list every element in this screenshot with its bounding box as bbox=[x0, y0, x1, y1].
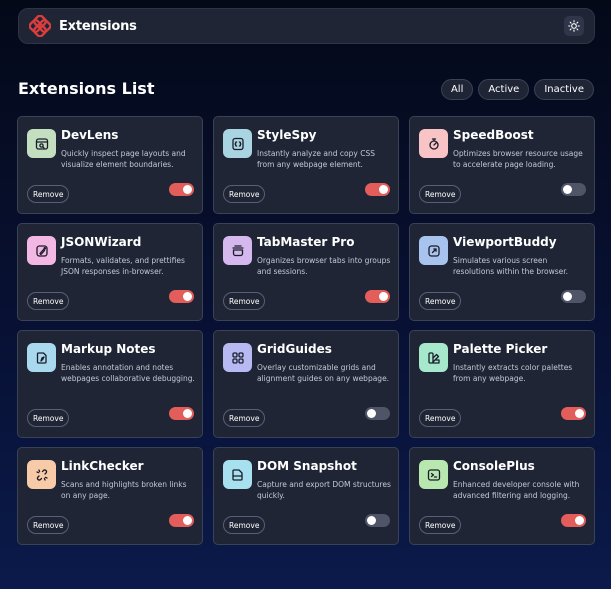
extension-description: Instantly extracts color palettes from a… bbox=[453, 363, 573, 383]
remove-button[interactable]: Remove bbox=[223, 409, 266, 427]
dom-snapshot-icon bbox=[223, 460, 252, 489]
extension-description: Scans and highlights broken links on any… bbox=[61, 480, 187, 500]
extension-description: Formats, validates, and prettifies JSON … bbox=[61, 256, 185, 276]
active-toggle[interactable] bbox=[169, 407, 194, 420]
extension-card: DOM Snapshot Capture and export DOM struc… bbox=[213, 447, 399, 545]
devlens-icon bbox=[27, 129, 56, 158]
page-title: Extensions List bbox=[18, 79, 155, 98]
active-toggle[interactable] bbox=[169, 514, 194, 527]
extension-description: Quickly inspect page layouts and visuali… bbox=[61, 149, 186, 169]
remove-button[interactable]: Remove bbox=[419, 185, 462, 203]
jsonwizard-icon bbox=[27, 236, 56, 265]
extension-description: Capture and export DOM structures quickl… bbox=[257, 480, 391, 500]
extension-name: GridGuides bbox=[257, 342, 332, 356]
remove-button[interactable]: Remove bbox=[27, 185, 70, 203]
active-toggle[interactable] bbox=[561, 290, 586, 303]
toggle-knob bbox=[563, 292, 572, 301]
extension-name: TabMaster Pro bbox=[257, 235, 355, 249]
active-toggle[interactable] bbox=[365, 290, 390, 303]
active-toggle[interactable] bbox=[365, 514, 390, 527]
extension-name: Markup Notes bbox=[61, 342, 156, 356]
palette-picker-icon bbox=[419, 343, 448, 372]
extension-card: ViewportBuddy Simulates various screen re… bbox=[409, 223, 595, 321]
remove-button[interactable]: Remove bbox=[419, 516, 462, 534]
linkchecker-icon bbox=[27, 460, 56, 489]
toggle-knob bbox=[575, 409, 584, 418]
extension-card: Palette Picker Instantly extracts color p… bbox=[409, 330, 595, 438]
filter-active-button[interactable]: Active bbox=[478, 79, 530, 100]
viewportbuddy-icon bbox=[419, 236, 448, 265]
theme-toggle-button[interactable] bbox=[564, 16, 584, 36]
consoleplus-icon bbox=[419, 460, 448, 489]
remove-button[interactable]: Remove bbox=[27, 516, 70, 534]
stylespy-icon bbox=[223, 129, 252, 158]
remove-button[interactable]: Remove bbox=[27, 409, 70, 427]
active-toggle[interactable] bbox=[169, 183, 194, 196]
extensions-grid: DevLens Quickly inspect page layouts and … bbox=[17, 116, 595, 545]
extension-card: SpeedBoost Optimizes browser resource usa… bbox=[409, 116, 595, 214]
extension-description: Overlay customizable grids and alignment… bbox=[257, 363, 390, 383]
app-title: Extensions bbox=[59, 18, 137, 34]
gridguides-icon bbox=[223, 343, 252, 372]
extension-name: DOM Snapshot bbox=[257, 459, 357, 473]
extensions-logo-icon bbox=[29, 15, 51, 37]
remove-button[interactable]: Remove bbox=[223, 185, 266, 203]
extension-name: JSONWizard bbox=[61, 235, 142, 249]
active-toggle[interactable] bbox=[561, 514, 586, 527]
remove-button[interactable]: Remove bbox=[223, 516, 266, 534]
remove-button[interactable]: Remove bbox=[419, 292, 462, 310]
extension-name: DevLens bbox=[61, 128, 119, 142]
extension-card: ConsolePlus Enhanced developer console wi… bbox=[409, 447, 595, 545]
active-toggle[interactable] bbox=[561, 183, 586, 196]
active-toggle[interactable] bbox=[365, 407, 390, 420]
toggle-knob bbox=[367, 409, 376, 418]
extension-card: JSONWizard Formats, validates, and pretti… bbox=[17, 223, 203, 321]
tabmaster-icon bbox=[223, 236, 252, 265]
remove-button[interactable]: Remove bbox=[27, 292, 70, 310]
toggle-knob bbox=[183, 185, 192, 194]
active-toggle[interactable] bbox=[365, 183, 390, 196]
extension-name: LinkChecker bbox=[61, 459, 144, 473]
remove-button[interactable]: Remove bbox=[223, 292, 266, 310]
active-toggle[interactable] bbox=[169, 290, 194, 303]
extension-card: StyleSpy Instantly analyze and copy CSS f… bbox=[213, 116, 399, 214]
toggle-knob bbox=[367, 516, 376, 525]
filter-inactive-button[interactable]: Inactive bbox=[534, 79, 594, 100]
extension-card: LinkChecker Scans and highlights broken l… bbox=[17, 447, 203, 545]
extension-description: Simulates various screen resolutions wit… bbox=[453, 256, 569, 276]
top-bar: Extensions bbox=[18, 8, 595, 44]
toggle-knob bbox=[575, 516, 584, 525]
extension-description: Organizes browser tabs into groups and s… bbox=[257, 256, 391, 276]
active-toggle[interactable] bbox=[561, 407, 586, 420]
markup-notes-icon bbox=[27, 343, 56, 372]
extension-description: Enhanced developer console with advanced… bbox=[453, 480, 580, 500]
extension-name: Palette Picker bbox=[453, 342, 548, 356]
extension-name: StyleSpy bbox=[257, 128, 317, 142]
extension-card: TabMaster Pro Organizes browser tabs into… bbox=[213, 223, 399, 321]
extension-card: GridGuides Overlay customizable grids and… bbox=[213, 330, 399, 438]
speedboost-icon bbox=[419, 129, 448, 158]
toggle-knob bbox=[379, 185, 388, 194]
toggle-knob bbox=[183, 409, 192, 418]
extension-card: Markup Notes Enables annotation and notes… bbox=[17, 330, 203, 438]
toggle-knob bbox=[183, 292, 192, 301]
extension-description: Optimizes browser resource usage to acce… bbox=[453, 149, 583, 169]
extension-name: ConsolePlus bbox=[453, 459, 535, 473]
extension-description: Enables annotation and notes webpages co… bbox=[61, 363, 195, 383]
extension-card: DevLens Quickly inspect page layouts and … bbox=[17, 116, 203, 214]
sun-icon bbox=[568, 20, 580, 32]
filter-group: All Active Inactive bbox=[440, 79, 594, 100]
extension-name: ViewportBuddy bbox=[453, 235, 557, 249]
toggle-knob bbox=[563, 185, 572, 194]
filter-all-button[interactable]: All bbox=[440, 79, 474, 100]
remove-button[interactable]: Remove bbox=[419, 409, 462, 427]
toggle-knob bbox=[379, 292, 388, 301]
extension-name: SpeedBoost bbox=[453, 128, 534, 142]
toggle-knob bbox=[183, 516, 192, 525]
extension-description: Instantly analyze and copy CSS from any … bbox=[257, 149, 375, 169]
